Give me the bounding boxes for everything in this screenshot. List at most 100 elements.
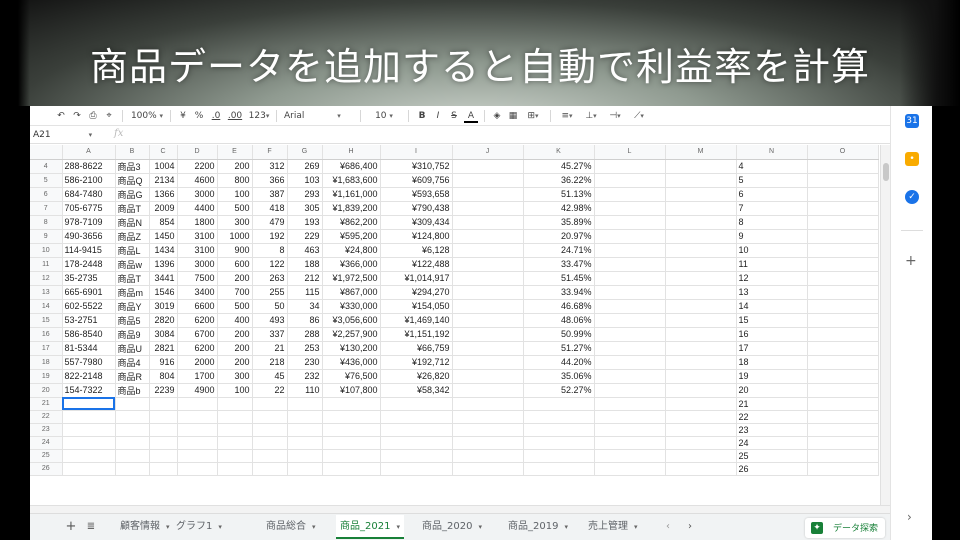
cell-n4[interactable]: 4 [736, 159, 808, 174]
cell-n25[interactable]: 25 [736, 449, 808, 463]
more-formats-select[interactable]: 123▾ [246, 109, 272, 123]
cell-e22[interactable] [217, 410, 253, 424]
cell-f26[interactable] [252, 462, 288, 476]
cell-a10[interactable]: 114-9415 [62, 243, 116, 258]
cell-h11[interactable]: ¥366,000 [322, 257, 381, 272]
row-header[interactable]: 19 [30, 369, 63, 384]
cell-h18[interactable]: ¥436,000 [322, 355, 381, 370]
row-header[interactable]: 6 [30, 187, 63, 202]
cell-o17[interactable] [807, 341, 879, 356]
cell-h16[interactable]: ¥2,257,900 [322, 327, 381, 342]
cell-b6[interactable]: 商品G [115, 187, 150, 202]
cell-c10[interactable]: 1434 [149, 243, 178, 258]
cell-m4[interactable] [665, 159, 737, 174]
increase-decimal-button[interactable]: .00 [226, 109, 244, 123]
cell-l20[interactable] [594, 383, 666, 398]
column-header-n[interactable]: N [736, 145, 808, 160]
tab-menu-caret-icon[interactable]: ▾ [396, 523, 400, 531]
cell-g12[interactable]: 212 [287, 271, 323, 286]
cell-e12[interactable]: 200 [217, 271, 253, 286]
cell-n5[interactable]: 5 [736, 173, 808, 188]
cell-k5[interactable]: 36.22% [523, 173, 595, 188]
cell-e8[interactable]: 300 [217, 215, 253, 230]
cell-i14[interactable]: ¥154,050 [380, 299, 453, 314]
cell-j22[interactable] [452, 410, 524, 424]
cell-g23[interactable] [287, 423, 323, 437]
cell-i4[interactable]: ¥310,752 [380, 159, 453, 174]
cell-j13[interactable] [452, 285, 524, 300]
cell-c8[interactable]: 854 [149, 215, 178, 230]
cell-f21[interactable] [252, 397, 288, 411]
cell-j15[interactable] [452, 313, 524, 328]
cell-d10[interactable]: 3100 [177, 243, 218, 258]
cell-m18[interactable] [665, 355, 737, 370]
cell-o4[interactable] [807, 159, 879, 174]
cell-g7[interactable]: 305 [287, 201, 323, 216]
cell-o6[interactable] [807, 187, 879, 202]
cell-d22[interactable] [177, 410, 218, 424]
cell-n8[interactable]: 8 [736, 215, 808, 230]
row-header[interactable]: 12 [30, 271, 63, 286]
cell-i12[interactable]: ¥1,014,917 [380, 271, 453, 286]
cell-e15[interactable]: 400 [217, 313, 253, 328]
add-sheet-icon[interactable]: + [64, 519, 78, 535]
cell-l10[interactable] [594, 243, 666, 258]
cell-k4[interactable]: 45.27% [523, 159, 595, 174]
cell-e10[interactable]: 900 [217, 243, 253, 258]
cell-f20[interactable]: 22 [252, 383, 288, 398]
cell-m26[interactable] [665, 462, 737, 476]
merge-cells-icon[interactable]: ⊞▾ [522, 109, 544, 123]
cell-d13[interactable]: 3400 [177, 285, 218, 300]
cell-n11[interactable]: 11 [736, 257, 808, 272]
cell-m13[interactable] [665, 285, 737, 300]
get-addons-icon[interactable]: + [905, 253, 917, 269]
cell-m6[interactable] [665, 187, 737, 202]
cell-e21[interactable] [217, 397, 253, 411]
cell-f9[interactable]: 192 [252, 229, 288, 244]
cell-a6[interactable]: 684-7480 [62, 187, 116, 202]
cell-a24[interactable] [62, 436, 116, 450]
cell-f8[interactable]: 479 [252, 215, 288, 230]
cell-l4[interactable] [594, 159, 666, 174]
cell-h8[interactable]: ¥862,200 [322, 215, 381, 230]
cell-e17[interactable]: 200 [217, 341, 253, 356]
cell-a9[interactable]: 490-3656 [62, 229, 116, 244]
cell-j5[interactable] [452, 173, 524, 188]
cell-l26[interactable] [594, 462, 666, 476]
tasks-icon[interactable]: ✓ [905, 190, 919, 204]
scroll-tabs-left-icon[interactable]: ‹ [662, 519, 674, 535]
cell-a13[interactable]: 665-6901 [62, 285, 116, 300]
cell-f18[interactable]: 218 [252, 355, 288, 370]
cell-c13[interactable]: 1546 [149, 285, 178, 300]
cell-f22[interactable] [252, 410, 288, 424]
column-header-e[interactable]: E [217, 145, 253, 160]
cell-h13[interactable]: ¥867,000 [322, 285, 381, 300]
cell-g26[interactable] [287, 462, 323, 476]
cell-e25[interactable] [217, 449, 253, 463]
cell-l23[interactable] [594, 423, 666, 437]
cell-a12[interactable]: 35-2735 [62, 271, 116, 286]
cell-m5[interactable] [665, 173, 737, 188]
row-header[interactable]: 22 [30, 410, 63, 424]
cell-f7[interactable]: 418 [252, 201, 288, 216]
cell-b17[interactable]: 商品U [115, 341, 150, 356]
cell-l19[interactable] [594, 369, 666, 384]
cell-h19[interactable]: ¥76,500 [322, 369, 381, 384]
vertical-scroll-thumb[interactable] [883, 163, 889, 181]
column-header-o[interactable]: O [807, 145, 879, 160]
cell-d17[interactable]: 6200 [177, 341, 218, 356]
row-header[interactable]: 13 [30, 285, 63, 300]
cell-e7[interactable]: 500 [217, 201, 253, 216]
tab-menu-caret-icon[interactable]: ▾ [478, 523, 482, 531]
cell-b8[interactable]: 商品N [115, 215, 150, 230]
corner-cell[interactable] [30, 145, 63, 160]
cell-g22[interactable] [287, 410, 323, 424]
cell-b11[interactable]: 商品w [115, 257, 150, 272]
cell-l25[interactable] [594, 449, 666, 463]
cell-n17[interactable]: 17 [736, 341, 808, 356]
cell-d18[interactable]: 2000 [177, 355, 218, 370]
expand-side-panel-icon[interactable]: › [907, 510, 912, 524]
cell-n13[interactable]: 13 [736, 285, 808, 300]
row-header[interactable]: 7 [30, 201, 63, 216]
cell-n18[interactable]: 18 [736, 355, 808, 370]
